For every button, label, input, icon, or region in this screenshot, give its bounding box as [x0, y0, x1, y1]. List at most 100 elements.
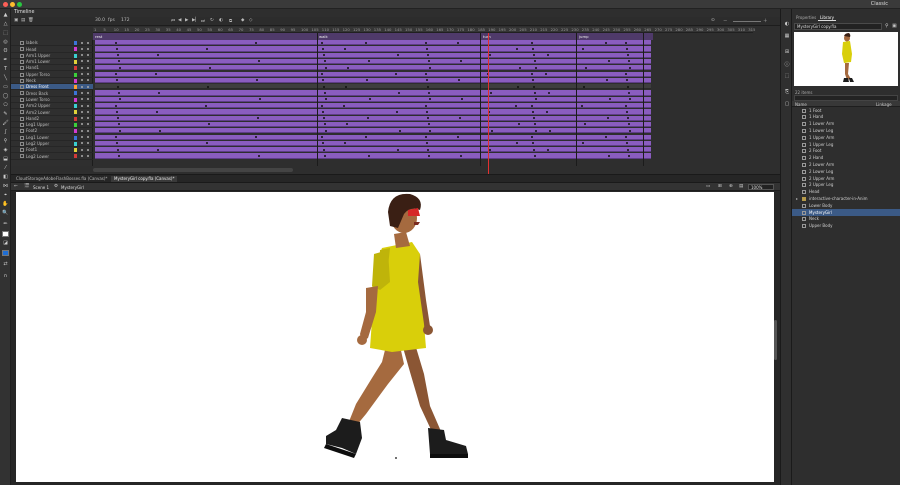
keyframe-marker[interactable] — [115, 104, 117, 107]
keyframe-marker[interactable] — [626, 142, 628, 145]
frame-row[interactable] — [95, 115, 651, 121]
keyframe-marker[interactable] — [547, 148, 549, 151]
keyframe-marker[interactable] — [117, 85, 119, 88]
library-item[interactable]: 1 Upper Arm — [792, 134, 900, 141]
breadcrumb-symbol[interactable]: MysteryGirl — [61, 185, 84, 190]
keyframe-marker[interactable] — [425, 136, 427, 138]
keyframe-marker[interactable] — [258, 154, 260, 157]
library-item[interactable]: MysteryGirl — [792, 209, 900, 216]
keyframe-marker[interactable] — [535, 66, 537, 69]
eyedropper-tool-icon[interactable]: ⁄ — [2, 165, 9, 171]
layer-row[interactable]: Leg2 Lower — [11, 153, 93, 160]
oval-tool-icon[interactable]: ◯ — [2, 93, 9, 99]
motion-presets-icon[interactable]: ▢ — [783, 101, 791, 108]
keyframe-marker[interactable] — [115, 136, 117, 138]
stroke-color-swatch[interactable] — [2, 231, 9, 237]
keyframe-marker[interactable] — [347, 66, 349, 69]
column-name[interactable]: Name — [795, 102, 807, 107]
layer-lock-icon[interactable] — [87, 98, 89, 101]
library-document-select[interactable]: MysteryGirl copy.fla — [794, 23, 882, 30]
keyframe-marker[interactable] — [534, 60, 536, 63]
keyframe-marker[interactable] — [517, 85, 519, 88]
layer-lock-icon[interactable] — [87, 142, 89, 145]
keyframe-marker[interactable] — [255, 41, 257, 44]
play-button-icon[interactable]: ▶ — [185, 18, 188, 23]
layer-lock-icon[interactable] — [87, 117, 89, 120]
keyframe-marker[interactable] — [625, 41, 627, 44]
layer-outline-color[interactable] — [74, 78, 77, 83]
keyframe-marker[interactable] — [546, 110, 548, 113]
keyframe-marker[interactable] — [629, 98, 631, 101]
keyframe-marker[interactable] — [321, 73, 323, 75]
keyframe-marker[interactable] — [322, 79, 324, 82]
keyframe-marker[interactable] — [627, 117, 629, 120]
edit-symbols-icon[interactable]: ⊞ — [718, 184, 722, 189]
keyframe-marker[interactable] — [346, 123, 348, 126]
keyframe-marker[interactable] — [365, 136, 367, 138]
center-stage-icon[interactable]: ⊕ — [729, 184, 733, 189]
layer-visibility-icon[interactable] — [81, 85, 83, 88]
keyframe-marker[interactable] — [532, 79, 534, 82]
keyframe-marker[interactable] — [548, 91, 550, 94]
layer-visibility-icon[interactable] — [81, 66, 83, 69]
keyframe-marker[interactable] — [368, 60, 370, 63]
layer-lock-icon[interactable] — [87, 73, 89, 75]
bucket-tool-icon[interactable]: ◈ — [2, 147, 9, 153]
keyframe-marker[interactable] — [323, 117, 325, 120]
keyframe-marker[interactable] — [343, 104, 345, 107]
keyframe-marker[interactable] — [115, 41, 117, 44]
keyframe-marker[interactable] — [119, 129, 121, 132]
clip-stage-icon[interactable]: ▭ — [706, 184, 710, 189]
keyframe-marker[interactable] — [518, 123, 520, 126]
keyframe-marker[interactable] — [116, 47, 118, 50]
keyframe-marker[interactable] — [324, 91, 326, 94]
subselection-tool-icon[interactable]: △ — [2, 21, 9, 27]
paint-brush-tool-icon[interactable]: ∫ — [2, 129, 9, 135]
frame-row[interactable] — [95, 109, 651, 115]
layer-outline-color[interactable] — [74, 41, 77, 45]
keyframe-marker[interactable] — [629, 66, 631, 69]
keyframe-marker[interactable] — [157, 54, 159, 57]
column-linkage[interactable]: Linkage — [876, 102, 892, 107]
timeline-scrollbar[interactable] — [93, 168, 293, 172]
layer-visibility-icon[interactable] — [81, 123, 83, 126]
keyframe-marker[interactable] — [608, 154, 610, 157]
keyframe-marker[interactable] — [259, 98, 261, 101]
keyframe-marker[interactable] — [397, 148, 399, 151]
keyframe-marker[interactable] — [322, 142, 324, 145]
keyframe-marker[interactable] — [531, 41, 533, 44]
keyframe-marker[interactable] — [519, 66, 521, 69]
frame-row[interactable] — [95, 134, 651, 140]
keyframe-marker[interactable] — [534, 154, 536, 157]
keyframe-marker[interactable] — [118, 123, 120, 126]
layer-visibility-icon[interactable] — [81, 129, 83, 132]
keyframe-marker[interactable] — [532, 142, 534, 145]
stroke-color-icon[interactable]: ✏ — [2, 221, 9, 227]
keyframe-marker[interactable] — [625, 136, 627, 138]
layer-outline-color[interactable] — [74, 141, 77, 146]
layer-lock-icon[interactable] — [87, 148, 89, 151]
swatches-panel-icon[interactable]: ▦ — [783, 33, 791, 40]
keyframe-marker[interactable] — [458, 79, 460, 82]
keyframe-marker[interactable] — [535, 98, 537, 101]
keyframe-marker[interactable] — [428, 123, 430, 126]
goto-first-frame-icon[interactable]: ⏮ — [171, 18, 175, 24]
frame-row[interactable] — [95, 96, 651, 102]
stage-canvas[interactable] — [16, 192, 774, 482]
new-library-icon[interactable]: ▣ — [892, 23, 897, 29]
keyframe-marker[interactable] — [426, 47, 428, 50]
library-item[interactable]: ▸ interactive-character-in-Anim — [792, 195, 900, 202]
keyframe-marker[interactable] — [256, 79, 258, 82]
layer-outline-color[interactable] — [74, 154, 77, 159]
keyframe-marker[interactable] — [429, 66, 431, 69]
components-panel-icon[interactable]: ⎘ — [783, 89, 791, 96]
layer-visibility-icon[interactable] — [81, 142, 83, 145]
keyframe-marker[interactable] — [534, 91, 536, 94]
keyframe-marker[interactable] — [205, 104, 207, 107]
layer-outline-color[interactable] — [74, 85, 77, 90]
keyframe-marker[interactable] — [533, 54, 535, 57]
pencil-tool-icon[interactable]: ✎ — [2, 111, 9, 117]
keyframe-marker[interactable] — [533, 148, 535, 151]
keyframe-marker[interactable] — [255, 136, 257, 138]
keyframe-marker[interactable] — [490, 91, 492, 94]
